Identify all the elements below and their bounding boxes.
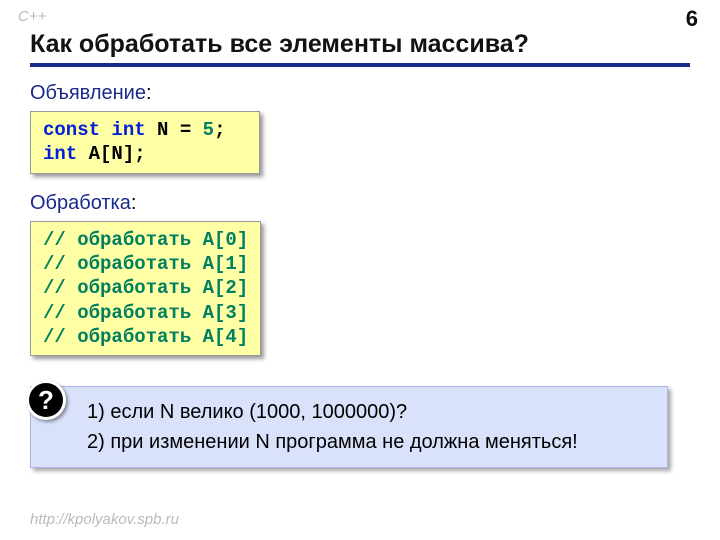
footer-url: http://kpolyakov.spb.ru — [30, 511, 179, 528]
section-processing-label: Обработка: — [30, 192, 690, 215]
callout-box: 1) если N велико (1000, 1000000)? 2) при… — [30, 386, 668, 468]
page-title: Как обработать все элементы массива? — [30, 30, 690, 67]
keyword-int: int — [43, 143, 77, 165]
colon: : — [146, 82, 152, 104]
code-processing: // обработать A[0] // обработать A[1] //… — [30, 221, 261, 357]
code-line-1: const int N = 5; — [43, 118, 247, 142]
colon: : — [131, 192, 137, 214]
keyword-const: const — [43, 119, 100, 141]
question-callout: ? 1) если N велико (1000, 1000000)? 2) п… — [30, 386, 690, 468]
semicolon: ; — [214, 119, 225, 141]
page-number: 6 — [686, 6, 698, 32]
var-name: N — [157, 119, 168, 141]
question-1: 1) если N велико (1000, 1000000)? — [87, 397, 651, 427]
keyword-int: int — [111, 119, 145, 141]
declaration-word: Объявление — [30, 82, 146, 104]
comment-line-0: // обработать A[0] — [43, 228, 248, 252]
question-2: 2) при изменении N программа не должна м… — [87, 427, 651, 457]
comment-line-1: // обработать A[1] — [43, 252, 248, 276]
comment-line-2: // обработать A[2] — [43, 276, 248, 300]
code-declaration: const int N = 5; int A[N]; — [30, 111, 260, 174]
comment-line-3: // обработать A[3] — [43, 301, 248, 325]
processing-word: Обработка — [30, 192, 131, 214]
language-label: C++ — [18, 8, 46, 25]
value-5: 5 — [203, 119, 214, 141]
code-line-2: int A[N]; — [43, 142, 247, 166]
question-badge-icon: ? — [26, 380, 66, 420]
equals: = — [180, 119, 191, 141]
comment-line-4: // обработать A[4] — [43, 325, 248, 349]
content-area: Объявление: const int N = 5; int A[N]; О… — [30, 78, 690, 468]
array-decl: A[N]; — [89, 143, 146, 165]
section-declaration-label: Объявление: — [30, 82, 690, 105]
